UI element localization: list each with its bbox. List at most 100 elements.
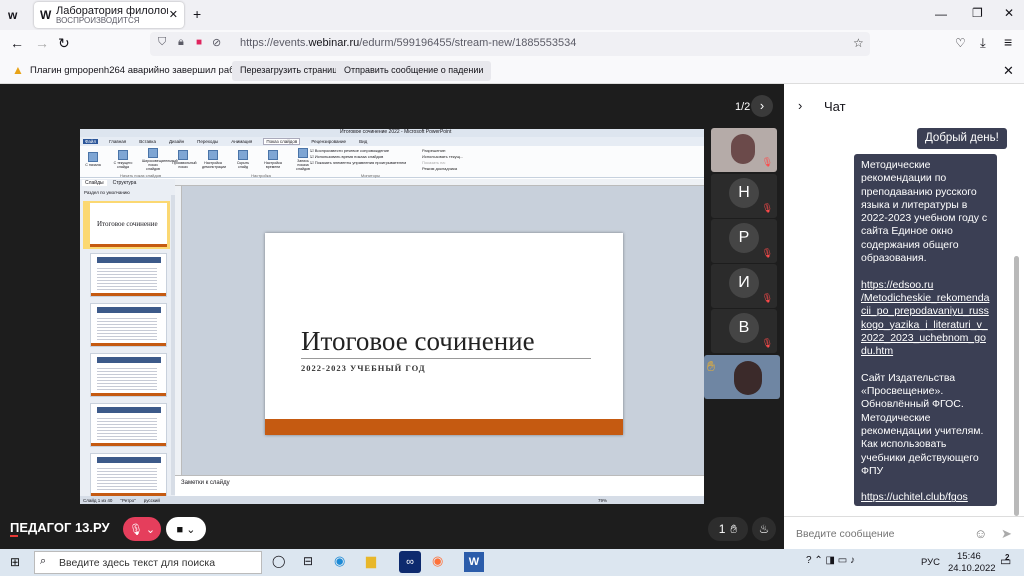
lock-icon[interactable]: 🔒︎ [178, 36, 184, 49]
ribbon-tab[interactable]: Анимация [229, 139, 254, 144]
chat-link-line[interactable]: https://uchitel.club/fgos [861, 491, 990, 504]
flame-icon: ♨︎ [758, 522, 770, 536]
browser-tab[interactable]: W Лаборатория филологическо ВОСПРОИЗВОДИ… [34, 2, 184, 28]
ribbon-button[interactable]: Настройка демонстрации [202, 150, 226, 169]
slide-thumbnail[interactable] [90, 453, 167, 497]
mic-blocked-icon[interactable]: ⊘ [212, 36, 221, 49]
collapse-chat-icon[interactable]: › [798, 98, 802, 113]
send-icon[interactable]: ➤ [1001, 526, 1012, 542]
chat-text-line: ФПУ [861, 464, 884, 477]
ribbon-tab[interactable]: Дизайн [167, 139, 186, 144]
next-page-button[interactable]: › [751, 95, 773, 117]
chat-link-line[interactable]: 2022_2023_uchebnom_go [861, 332, 990, 345]
restore-icon[interactable]: ❐ [972, 6, 983, 20]
report-crash-button[interactable]: Отправить сообщение о падении [336, 61, 492, 81]
reload-page-button[interactable]: Перезагрузить страницу [232, 61, 350, 81]
microphone-toggle-button[interactable]: 🎙︎ ⌄ [123, 517, 161, 541]
camera-icon[interactable]: ■ [196, 37, 202, 48]
participant-video[interactable]: В 🎙︎ [711, 309, 777, 353]
ribbon-checkboxes: ☑ Воспроизвести речевое сопровождение ☑ И… [310, 148, 406, 166]
widgets-icon[interactable]: ⊟ [303, 554, 313, 568]
taskbar-search-box[interactable]: ⌕ Введите здесь текст для поиска [34, 551, 262, 574]
bookmark-star-icon[interactable]: ☆ [853, 36, 864, 50]
chat-link-line[interactable]: cii_po_prepodavaniyu_russ [861, 305, 990, 318]
participant-video-1[interactable]: 🎙︎ [711, 128, 777, 172]
back-icon[interactable]: ← [10, 35, 24, 51]
ribbon-button[interactable]: Настройка времени [262, 150, 284, 169]
raise-hand-button[interactable]: 1 ✋︎ [708, 517, 748, 541]
clock-time[interactable]: 15:46 [957, 551, 981, 562]
current-slide[interactable]: Итоговое сочинение 2022-2023 УЧЕБНЫЙ ГОД [265, 233, 623, 435]
edge-icon[interactable]: ◉ [334, 553, 345, 569]
close-window-icon[interactable]: ✕ [1004, 6, 1014, 20]
slide-thumbnail[interactable] [90, 353, 167, 397]
slide-thumbnail[interactable] [90, 303, 167, 347]
close-notification-icon[interactable]: ✕ [1003, 63, 1014, 79]
chat-text-line: Обновлённый ФГОС. [861, 398, 964, 411]
reactions-button[interactable]: ♨︎ [752, 517, 776, 541]
webinar-taskbar-icon[interactable]: ∞ [399, 551, 421, 573]
chat-text-line: образования. [861, 252, 927, 265]
chat-text-line: Методические [861, 411, 931, 424]
ribbon-button[interactable]: С начала [82, 152, 104, 167]
ribbon-tab[interactable]: Показ слайдов [263, 138, 301, 145]
ribbon-tab[interactable]: Вставка [137, 139, 158, 144]
new-tab-icon[interactable]: + [193, 6, 201, 22]
ribbon-button[interactable]: Широковещательный показ слайдов [142, 148, 178, 171]
file-explorer-icon[interactable]: ▆ [366, 553, 376, 569]
clock-date[interactable]: 24.10.2022 [948, 563, 996, 574]
tab-outline[interactable]: Структура [113, 180, 137, 186]
word-icon[interactable]: W [464, 552, 484, 572]
system-tray-icons[interactable]: ? ⌃ ◨ ▭ ♪ [806, 555, 855, 566]
ribbon-button[interactable]: Произвольный показ [172, 150, 197, 169]
thumbnail-1: Итоговое сочинение [90, 203, 167, 247]
task-view-icon[interactable]: ◯ [272, 554, 285, 568]
windows-start-icon[interactable]: ⊞ [10, 555, 20, 569]
participant-video[interactable]: Н 🎙︎ [711, 174, 777, 218]
input-language[interactable]: РУС [921, 557, 940, 568]
slide-thumbnail[interactable] [90, 253, 167, 297]
chat-message-input[interactable] [796, 525, 966, 543]
webinar-app-icon[interactable]: w [8, 8, 17, 22]
ribbon-button[interactable]: С текущего слайда [112, 150, 134, 169]
thumbnail-accent-bar [91, 343, 166, 346]
participant-initial: Н [729, 178, 759, 208]
notes-pane[interactable]: Заметки к слайду [175, 475, 704, 495]
ribbon-tab[interactable]: Файл [83, 139, 99, 144]
minimize-icon[interactable]: — [935, 7, 947, 21]
pocket-icon[interactable]: ♡ [955, 36, 966, 50]
chat-link-line[interactable]: kogo_yazika_i_literaturi_v_ [861, 319, 990, 332]
camera-toggle-button[interactable]: ■ ⌄ [166, 517, 206, 541]
ribbon-tab[interactable]: Вид [357, 139, 369, 144]
ribbon-tab[interactable]: Рецензирование [309, 139, 348, 144]
ribbon-monitor-option[interactable]: Режим докладчика [422, 166, 463, 172]
ribbon-checkbox-label: Использовать время показа слайдов [314, 154, 384, 159]
hand-icon: ✋︎ [730, 521, 738, 536]
menu-icon[interactable]: ≡ [1004, 34, 1012, 50]
tab-slides[interactable]: Слайды [82, 180, 107, 186]
ribbon-button[interactable]: Скрыть слайд [232, 150, 254, 169]
firefox-icon[interactable]: ◉ [432, 553, 443, 569]
ribbon-tab[interactable]: Главная [107, 139, 128, 144]
reload-icon[interactable]: ↻ [58, 35, 70, 52]
ribbon-group-labels: Начать показ слайдов Настройка Мониторы [120, 173, 380, 178]
participant-video[interactable]: Р 🎙︎ [711, 219, 777, 263]
ribbon-tab[interactable]: Переходы [195, 139, 220, 144]
emoji-icon[interactable]: ☺ [974, 526, 987, 541]
chat-link-line[interactable]: /Metodicheskie_rekomenda [861, 292, 990, 305]
shield-icon[interactable]: ⛉ [158, 36, 166, 49]
participant-video[interactable]: И 🎙︎ [711, 264, 777, 308]
chat-link-line[interactable]: du.htm [861, 345, 990, 358]
slide-thumbnail[interactable] [90, 403, 167, 447]
forward-icon[interactable]: → [35, 35, 49, 51]
ribbon-button-icon [118, 150, 128, 160]
participant-video-speaker[interactable]: ✋︎ [704, 355, 780, 399]
address-bar[interactable]: ⛉ 🔒︎ ■ ⊘ https://events.webinar.ru/edurm… [150, 32, 870, 56]
brand-accent [10, 535, 18, 537]
ribbon-checkbox[interactable]: ☑ Показать элементы управления проигрыва… [310, 160, 406, 166]
downloads-icon[interactable]: ⤓ [980, 35, 986, 51]
thumbnail-selected[interactable]: Итоговое сочинение [83, 201, 170, 249]
chat-link-line[interactable]: https://edsoo.ru [861, 279, 990, 292]
chat-scrollbar[interactable] [1014, 256, 1019, 516]
close-tab-icon[interactable]: ✕ [169, 8, 178, 21]
